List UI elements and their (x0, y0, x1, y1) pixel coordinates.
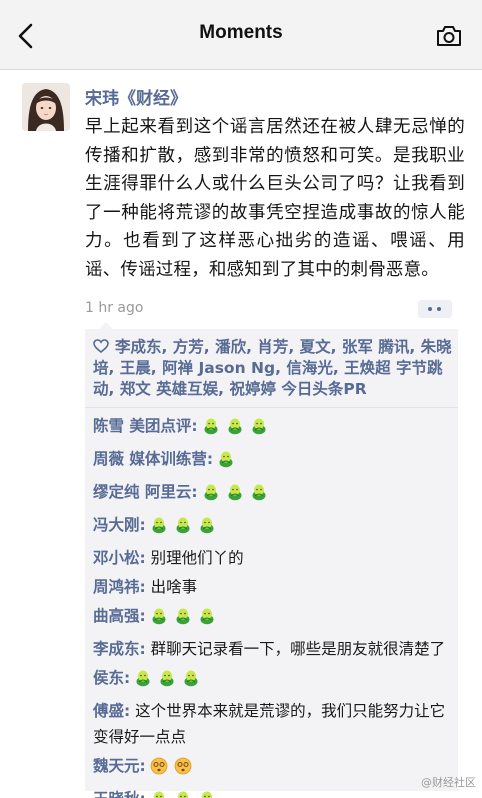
comment-item[interactable]: 傅盛: 这个世界本来就是荒谬的，我们只能努力让它变得好一点点 (93, 698, 453, 750)
cabbage-emoji (217, 450, 235, 468)
post-author-name[interactable]: 宋玮《财经》 (85, 84, 187, 109)
cabbage-emoji (198, 516, 216, 534)
comment-item[interactable]: 曲高强: (93, 603, 453, 633)
cabbage-emoji (226, 483, 244, 501)
avatar[interactable] (22, 83, 70, 131)
dizzy-face-emoji (150, 757, 168, 775)
comment-item[interactable]: 冯大刚: (93, 512, 453, 542)
likes-list: 李成东, 方芳, 潘欣, 肖芳, 夏文, 张军 腾讯, 朱晓培, 王晨, 阿禅 … (93, 337, 455, 400)
cabbage-emoji (250, 417, 268, 435)
cabbage-emoji (182, 669, 200, 687)
comment-author[interactable]: 魏天元: (93, 757, 146, 775)
cabbage-emoji (198, 790, 216, 798)
likes-comments-panel: 李成东, 方芳, 潘欣, 肖芳, 夏文, 张军 腾讯, 朱晓培, 王晨, 阿禅 … (85, 322, 458, 798)
comment-author[interactable]: 侯东: (93, 669, 130, 687)
cabbage-emoji (174, 516, 192, 534)
divider (85, 407, 458, 408)
likes-names[interactable]: 李成东, 方芳, 潘欣, 肖芳, 夏文, 张军 腾讯, 朱晓培, 王晨, 阿禅 … (93, 338, 452, 398)
cabbage-emoji (150, 516, 168, 534)
comment-text: 这个世界本来就是荒谬的，我们只能努力让它变得好一点点 (93, 702, 446, 746)
cabbage-emoji (202, 483, 220, 501)
emoji-group (134, 669, 206, 695)
moment-post: 宋玮《财经》 早上起来看到这个谣言居然还在被人肆无忌惮的传播和扩散，感到非常的愤… (0, 71, 482, 798)
comment-item[interactable]: 陈雪 美团点评: (93, 413, 453, 443)
comments-list: 陈雪 美团点评: 周薇 媒体训练营: 缪定纯 阿里云: 冯大刚: 邓小松: 别理他们丫的… (93, 413, 453, 798)
camera-icon[interactable] (436, 24, 462, 48)
watermark: @财经社区 (421, 776, 476, 789)
page-title: Moments (199, 22, 283, 43)
comment-author[interactable]: 缪定纯 阿里云: (93, 483, 198, 501)
post-text: 早上起来看到这个谣言居然还在被人肆无忌惮的传播和扩散，感到非常的愤怒和可笑。是我… (85, 117, 465, 280)
emoji-group (202, 417, 274, 443)
avatar-photo (22, 83, 70, 131)
comment-text: 别理他们丫的 (145, 549, 244, 567)
comment-author[interactable]: 李成东: (93, 640, 146, 658)
cabbage-emoji (202, 417, 220, 435)
cabbage-emoji (174, 607, 192, 625)
emoji-group (150, 516, 222, 542)
comment-item[interactable]: 李成东: 群聊天记录看一下，哪些是朋友就很清楚了 (93, 636, 453, 662)
dot-icon (437, 307, 441, 311)
cabbage-emoji (226, 417, 244, 435)
comment-item[interactable]: 邓小松: 别理他们丫的 (93, 545, 453, 571)
dot-icon (428, 307, 432, 311)
comment-author[interactable]: 周鸿祎: (93, 578, 146, 596)
emoji-group (217, 450, 241, 476)
emoji-group (202, 483, 274, 509)
emoji-group (150, 757, 198, 783)
post-timestamp: 1 hr ago (85, 300, 144, 316)
comment-item[interactable]: 周鸿祎: 出啥事 (93, 574, 453, 600)
more-options-button[interactable] (418, 300, 452, 318)
cabbage-emoji (250, 483, 268, 501)
comment-item[interactable]: 缪定纯 阿里云: (93, 479, 453, 509)
top-navbar: Moments (0, 0, 482, 70)
comment-author[interactable]: 王晓秋: (93, 790, 146, 798)
heart-icon (93, 339, 109, 353)
comment-author[interactable]: 陈雪 美团点评: (93, 417, 198, 435)
comment-item[interactable]: 魏天元: (93, 753, 453, 783)
dizzy-face-emoji (174, 757, 192, 775)
comment-text: 群聊天记录看一下，哪些是朋友就很清楚了 (145, 640, 446, 658)
comment-author[interactable]: 邓小松: (93, 549, 146, 567)
cabbage-emoji (174, 790, 192, 798)
cabbage-emoji (198, 607, 216, 625)
comment-item[interactable]: 周薇 媒体训练营: (93, 446, 453, 476)
comment-author[interactable]: 周薇 媒体训练营: (93, 450, 213, 468)
cabbage-emoji (158, 669, 176, 687)
comment-text: 出啥事 (145, 578, 198, 596)
comment-author[interactable]: 冯大刚: (93, 516, 146, 534)
comment-item[interactable]: 王晓秋: (93, 786, 453, 798)
cabbage-emoji (134, 669, 152, 687)
comment-item[interactable]: 侯东: (93, 665, 453, 695)
comment-author[interactable]: 傅盛: (93, 702, 130, 720)
emoji-group (150, 607, 222, 633)
cabbage-emoji (150, 790, 168, 798)
comment-author[interactable]: 曲高强: (93, 607, 146, 625)
emoji-group (150, 790, 222, 798)
cabbage-emoji (150, 607, 168, 625)
